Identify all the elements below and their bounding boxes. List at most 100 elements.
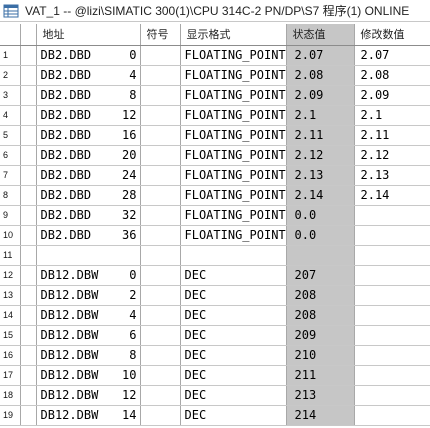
display-format-cell[interactable]: FLOATING_POINT (180, 225, 287, 246)
display-format-cell[interactable]: FLOATING_POINT (180, 125, 287, 146)
address-cell[interactable] (36, 245, 141, 266)
symbol-cell[interactable] (140, 305, 181, 326)
symbol-cell[interactable] (140, 225, 181, 246)
symbol-cell[interactable] (140, 385, 181, 406)
symbol-cell[interactable] (140, 165, 181, 186)
address-cell[interactable]: DB2.DBD 20 (36, 145, 141, 166)
address-cell[interactable]: DB2.DBD 0 (36, 45, 141, 66)
row-number[interactable]: 1 (0, 45, 21, 66)
address-cell[interactable]: DB12.DBW 14 (36, 405, 141, 426)
modify-value-cell[interactable] (354, 225, 430, 246)
display-format-cell[interactable]: DEC (180, 325, 287, 346)
address-cell[interactable]: DB12.DBW 4 (36, 305, 141, 326)
symbol-cell[interactable] (140, 125, 181, 146)
table-row[interactable]: 4 DB2.DBD 12 FLOATING_POINT 2.1 2.1 (0, 105, 430, 126)
modify-value-cell[interactable]: 2.14 (354, 185, 430, 206)
table-row[interactable]: 13 DB12.DBW 2 DEC 208 (0, 285, 430, 306)
table-row[interactable]: 7 DB2.DBD 24 FLOATING_POINT 2.13 2.13 (0, 165, 430, 186)
table-row[interactable]: 10 DB2.DBD 36 FLOATING_POINT 0.0 (0, 225, 430, 246)
table-row[interactable]: 2 DB2.DBD 4 FLOATING_POINT 2.08 2.08 (0, 65, 430, 86)
table-row[interactable]: 1 DB2.DBD 0 FLOATING_POINT 2.07 2.07 (0, 45, 430, 66)
row-number[interactable]: 10 (0, 225, 21, 246)
table-row[interactable]: 15 DB12.DBW 6 DEC 209 (0, 325, 430, 346)
address-cell[interactable]: DB2.DBD 28 (36, 185, 141, 206)
row-flag[interactable] (20, 285, 37, 306)
row-flag[interactable] (20, 125, 37, 146)
row-flag[interactable] (20, 105, 37, 126)
symbol-cell[interactable] (140, 145, 181, 166)
display-format-cell[interactable]: FLOATING_POINT (180, 45, 287, 66)
row-number[interactable]: 12 (0, 265, 21, 286)
symbol-cell[interactable] (140, 45, 181, 66)
display-format-cell[interactable] (180, 245, 287, 266)
symbol-cell[interactable] (140, 245, 181, 266)
address-cell[interactable]: DB2.DBD 24 (36, 165, 141, 186)
address-cell[interactable]: DB2.DBD 36 (36, 225, 141, 246)
modify-value-cell[interactable]: 2.13 (354, 165, 430, 186)
row-number[interactable]: 6 (0, 145, 21, 166)
display-format-cell[interactable]: DEC (180, 405, 287, 426)
display-format-cell[interactable]: FLOATING_POINT (180, 65, 287, 86)
row-number[interactable]: 15 (0, 325, 21, 346)
address-cell[interactable]: DB12.DBW 6 (36, 325, 141, 346)
row-flag[interactable] (20, 85, 37, 106)
display-format-cell[interactable]: FLOATING_POINT (180, 185, 287, 206)
symbol-cell[interactable] (140, 365, 181, 386)
table-row[interactable]: 11 (0, 245, 430, 266)
display-format-cell[interactable]: FLOATING_POINT (180, 85, 287, 106)
modify-value-cell[interactable]: 2.09 (354, 85, 430, 106)
row-flag[interactable] (20, 245, 37, 266)
table-row[interactable]: 3 DB2.DBD 8 FLOATING_POINT 2.09 2.09 (0, 85, 430, 106)
address-cell[interactable]: DB12.DBW 8 (36, 345, 141, 366)
symbol-cell[interactable] (140, 205, 181, 226)
modify-value-cell[interactable] (354, 285, 430, 306)
display-format-cell[interactable]: DEC (180, 345, 287, 366)
display-format-cell[interactable]: FLOATING_POINT (180, 145, 287, 166)
row-flag[interactable] (20, 205, 37, 226)
table-row[interactable]: 12 DB12.DBW 0 DEC 207 (0, 265, 430, 286)
row-number[interactable]: 4 (0, 105, 21, 126)
row-flag[interactable] (20, 405, 37, 426)
row-number[interactable]: 16 (0, 345, 21, 366)
modify-value-cell[interactable] (354, 405, 430, 426)
row-number[interactable]: 19 (0, 405, 21, 426)
row-number[interactable]: 9 (0, 205, 21, 226)
table-row[interactable]: 8 DB2.DBD 28 FLOATING_POINT 2.14 2.14 (0, 185, 430, 206)
row-number[interactable]: 11 (0, 245, 21, 266)
row-number[interactable]: 5 (0, 125, 21, 146)
table-row[interactable]: 5 DB2.DBD 16 FLOATING_POINT 2.11 2.11 (0, 125, 430, 146)
row-number[interactable]: 7 (0, 165, 21, 186)
row-number[interactable]: 18 (0, 385, 21, 406)
symbol-cell[interactable] (140, 265, 181, 286)
row-flag[interactable] (20, 185, 37, 206)
symbol-cell[interactable] (140, 105, 181, 126)
display-format-cell[interactable]: FLOATING_POINT (180, 165, 287, 186)
modify-value-cell[interactable] (354, 325, 430, 346)
modify-value-cell[interactable] (354, 245, 430, 266)
row-number[interactable]: 3 (0, 85, 21, 106)
modify-value-cell[interactable]: 2.12 (354, 145, 430, 166)
row-flag[interactable] (20, 165, 37, 186)
header-address[interactable]: 地址 (36, 24, 141, 46)
address-cell[interactable]: DB2.DBD 16 (36, 125, 141, 146)
display-format-cell[interactable]: FLOATING_POINT (180, 205, 287, 226)
header-display-format[interactable]: 显示格式 (180, 24, 287, 46)
table-row[interactable]: 6 DB2.DBD 20 FLOATING_POINT 2.12 2.12 (0, 145, 430, 166)
modify-value-cell[interactable]: 2.07 (354, 45, 430, 66)
modify-value-cell[interactable] (354, 305, 430, 326)
modify-value-cell[interactable] (354, 205, 430, 226)
modify-value-cell[interactable] (354, 365, 430, 386)
table-row[interactable]: 17 DB12.DBW 10 DEC 211 (0, 365, 430, 386)
table-row[interactable]: 9 DB2.DBD 32 FLOATING_POINT 0.0 (0, 205, 430, 226)
symbol-cell[interactable] (140, 185, 181, 206)
symbol-cell[interactable] (140, 345, 181, 366)
address-cell[interactable]: DB12.DBW 0 (36, 265, 141, 286)
address-cell[interactable]: DB2.DBD 12 (36, 105, 141, 126)
row-number[interactable]: 8 (0, 185, 21, 206)
table-row[interactable]: 19 DB12.DBW 14 DEC 214 (0, 405, 430, 426)
row-flag[interactable] (20, 365, 37, 386)
display-format-cell[interactable]: DEC (180, 265, 287, 286)
row-flag[interactable] (20, 45, 37, 66)
row-number[interactable]: 13 (0, 285, 21, 306)
symbol-cell[interactable] (140, 285, 181, 306)
